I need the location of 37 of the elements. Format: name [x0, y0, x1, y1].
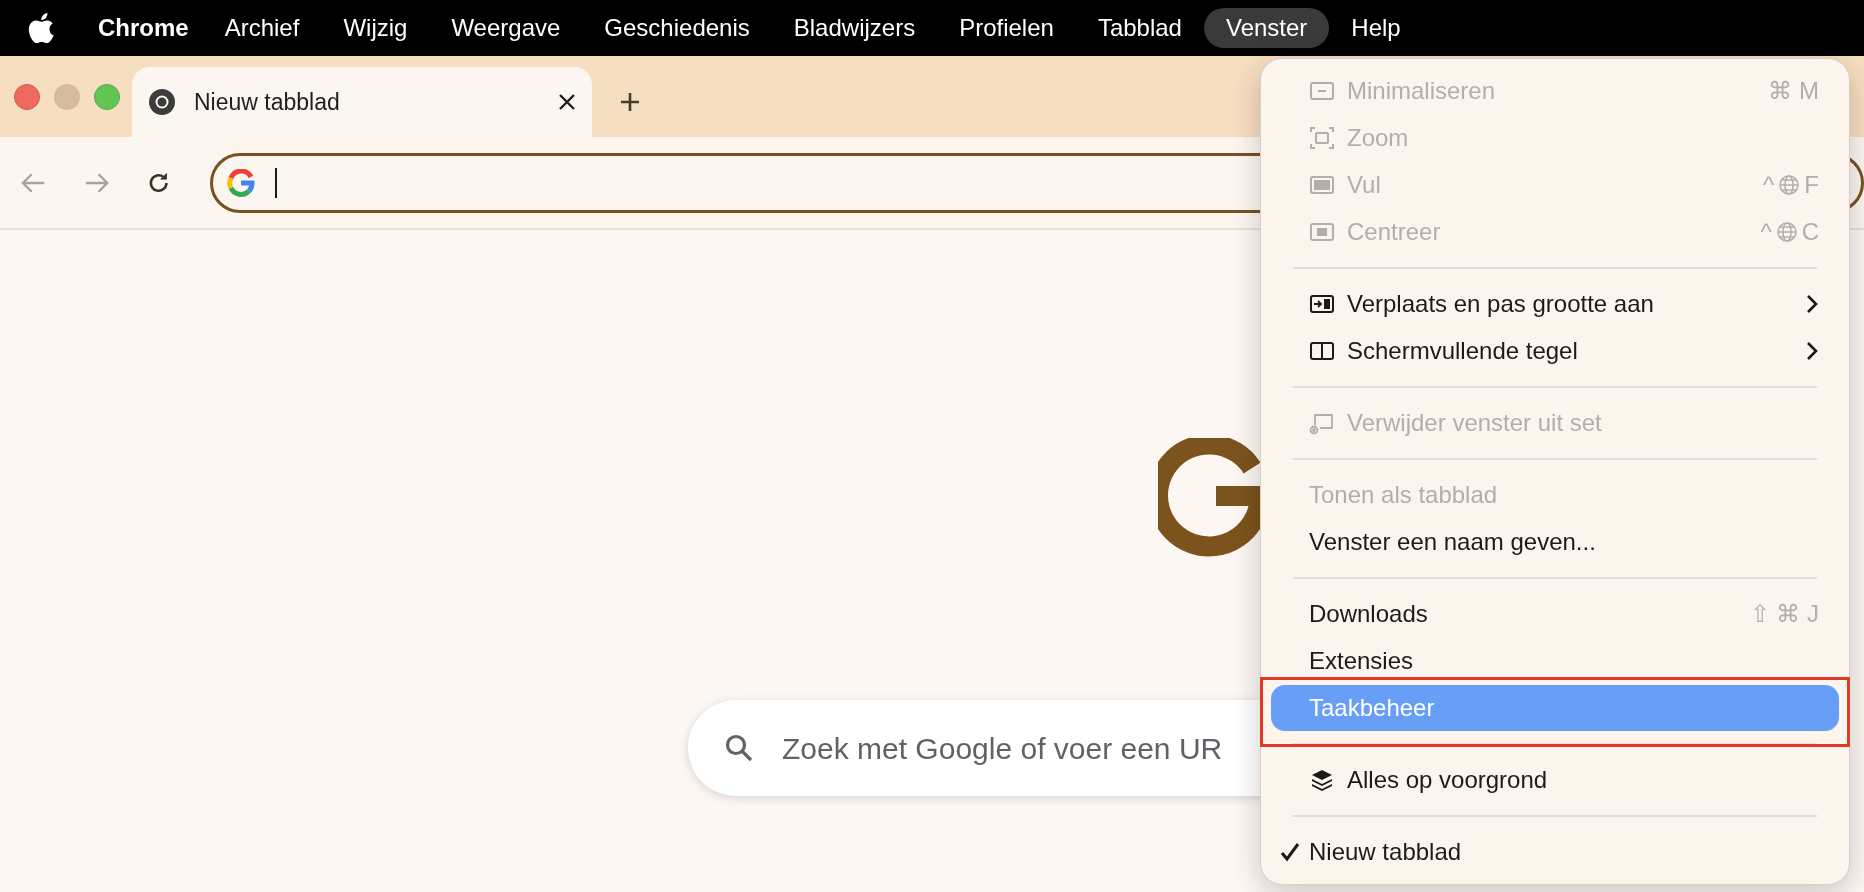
close-icon[interactable]	[558, 93, 576, 111]
zoom-icon	[1309, 125, 1335, 151]
shortcut-key: F	[1804, 167, 1819, 203]
new-tab-icon[interactable]	[620, 92, 640, 112]
menu-item[interactable]: Verplaats en pas grootte aan	[1271, 281, 1839, 327]
close-window-button[interactable]	[14, 83, 40, 110]
menu-bar-item[interactable]: Profielen	[937, 8, 1076, 48]
tab-title: Nieuw tabblad	[194, 87, 340, 117]
browser-tab[interactable]: Nieuw tabblad	[132, 67, 592, 137]
search-icon	[724, 733, 754, 763]
menu-bar-item[interactable]: Geschiedenis	[582, 8, 772, 48]
menu-item[interactable]: Schermvullende tegel	[1271, 328, 1839, 374]
menu-bar-item[interactable]: Archief	[202, 8, 322, 48]
menu-bar-item[interactable]: Wijzig	[321, 8, 430, 48]
globe-icon	[1775, 221, 1798, 243]
shortcut-key: C	[1801, 214, 1819, 250]
menu-bar-item[interactable]: Weergave	[429, 8, 583, 48]
menu-bar-item[interactable]: Venster	[1203, 8, 1330, 48]
layers-icon	[1309, 767, 1335, 793]
globe-icon	[1778, 174, 1801, 196]
menu-item[interactable]: Extensies	[1271, 638, 1839, 684]
chrome-logo-icon	[148, 88, 176, 116]
google-logo-icon	[226, 168, 255, 197]
app-name[interactable]: Chrome	[84, 10, 203, 46]
apple-logo-icon[interactable]	[28, 13, 54, 43]
shortcut-key: ⇧ ⌘ J	[1749, 596, 1819, 632]
shortcut-key: ^	[1763, 167, 1775, 203]
menu-bar-item[interactable]: Help	[1329, 8, 1423, 48]
menu-bar-item[interactable]: Tabblad	[1075, 8, 1204, 48]
menu-item[interactable]: Nieuw tabblad	[1271, 829, 1839, 875]
search-placeholder: Zoek met Google of voer een UR	[782, 730, 1223, 767]
menu-item[interactable]: Downloads ⇧ ⌘ J	[1271, 591, 1839, 637]
menu-bar-item[interactable]: Bladwijzers	[771, 8, 938, 48]
shortcut-key: ⌘ M	[1768, 73, 1819, 109]
checkmark-icon	[1279, 841, 1301, 863]
menu-item[interactable]: Venster een naam geven...	[1271, 519, 1839, 565]
shortcut-key: ^	[1760, 214, 1772, 250]
